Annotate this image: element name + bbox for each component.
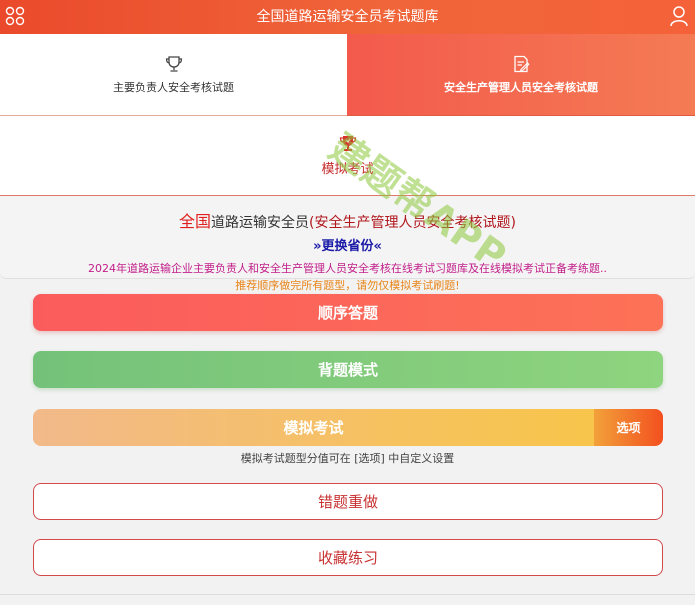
tab-safety-manager-exam[interactable]: 安全生产管理人员安全考核试题 [347, 34, 695, 116]
category-tabs: 主要负责人安全考核试题 安全生产管理人员安全考核试题 [0, 34, 695, 116]
user-icon[interactable] [669, 5, 689, 27]
exam-description: 2024年道路运输企业主要负责人和安全生产管理人员安全考核在线考试习题库及在线模… [88, 262, 607, 275]
recite-mode-button[interactable]: 背题模式 [33, 351, 663, 388]
mock-exam-entry[interactable]: 模拟考试 [0, 116, 695, 196]
edit-document-icon [514, 55, 530, 72]
mock-options-hint: 模拟考试题型分值可在 [选项] 中自定义设置 [240, 452, 455, 465]
study-tip: 推荐顺序做完所有题型，请勿仅模拟考试刷题! [235, 279, 460, 292]
favorites-practice-button[interactable]: 收藏练习 [33, 539, 663, 576]
app-title: 全国道路运输安全员考试题库 [256, 9, 439, 25]
mock-exam-button[interactable]: 模拟考试 [33, 409, 594, 446]
exam-title: 全国道路运输安全员(安全生产管理人员安全考核试题) [0, 208, 695, 232]
tab-label: 主要负责人安全考核试题 [113, 80, 234, 94]
exam-title-accent: 全国 [179, 212, 212, 231]
trophy-icon [339, 136, 356, 151]
bottom-divider [0, 594, 695, 595]
trophy-icon [165, 55, 182, 72]
mock-exam-label: 模拟考试 [321, 162, 374, 177]
tab-label: 安全生产管理人员安全考核试题 [444, 80, 598, 94]
switch-province-link[interactable]: »更换省份« [0, 235, 695, 254]
wrong-questions-button[interactable]: 错题重做 [33, 483, 663, 520]
app-header: 全国道路运输安全员考试题库 [0, 0, 695, 34]
sequential-practice-button[interactable]: 顺序答题 [33, 294, 663, 331]
tab-principal-exam[interactable]: 主要负责人安全考核试题 [0, 34, 347, 116]
exam-title-sub: (安全生产管理人员安全考核试题) [309, 215, 516, 231]
mock-options-button[interactable]: 选项 [594, 409, 663, 446]
exam-info-panel: 全国道路运输安全员(安全生产管理人员安全考核试题) »更换省份« 2024年道路… [0, 197, 695, 292]
exam-title-main: 道路运输安全员 [211, 215, 310, 231]
